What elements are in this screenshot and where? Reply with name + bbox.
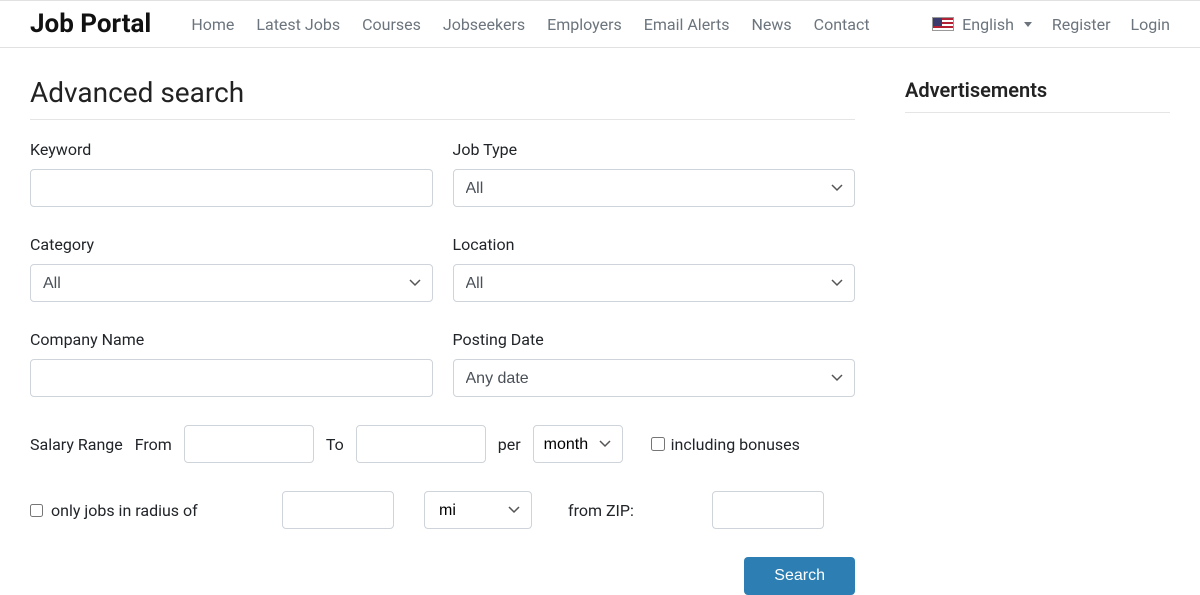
- radius-unit-select[interactable]: mi: [424, 491, 532, 529]
- ads-title: Advertisements: [905, 78, 1170, 102]
- jobtype-label: Job Type: [453, 140, 856, 159]
- language-label: English: [962, 15, 1014, 34]
- radius-row: only jobs in radius of mi from ZIP:: [30, 491, 855, 529]
- company-input[interactable]: [30, 359, 433, 397]
- divider: [905, 112, 1170, 113]
- nav-login[interactable]: Login: [1131, 15, 1170, 34]
- top-navbar: Job Portal Home Latest Jobs Courses Jobs…: [0, 0, 1200, 48]
- sidebar: Advertisements: [905, 48, 1170, 595]
- jobtype-select[interactable]: All: [453, 169, 856, 207]
- bonuses-wrap[interactable]: including bonuses: [651, 435, 800, 454]
- brand-logo[interactable]: Job Portal: [30, 9, 151, 39]
- nav-employers[interactable]: Employers: [547, 15, 622, 34]
- language-selector[interactable]: English: [932, 15, 1032, 34]
- main-content: Advanced search Keyword Job Type All Cat…: [30, 48, 855, 595]
- nav-jobseekers[interactable]: Jobseekers: [443, 15, 525, 34]
- radius-wrap[interactable]: only jobs in radius of: [30, 501, 240, 520]
- salary-row: Salary Range From To per month including…: [30, 425, 855, 463]
- location-label: Location: [453, 235, 856, 254]
- nav-news[interactable]: News: [751, 15, 791, 34]
- salary-from-label: From: [135, 435, 172, 454]
- from-zip-label: from ZIP:: [568, 501, 634, 520]
- salary-to-input[interactable]: [356, 425, 486, 463]
- salary-from-input[interactable]: [184, 425, 314, 463]
- chevron-down-icon: [1024, 22, 1032, 27]
- divider: [30, 119, 855, 120]
- nav-courses[interactable]: Courses: [362, 15, 421, 34]
- bonuses-label: including bonuses: [671, 435, 800, 454]
- salary-range-label: Salary Range: [30, 435, 123, 454]
- page-title: Advanced search: [30, 76, 855, 109]
- location-select[interactable]: All: [453, 264, 856, 302]
- salary-to-label: To: [326, 435, 344, 454]
- category-label: Category: [30, 235, 433, 254]
- nav-home[interactable]: Home: [191, 15, 234, 34]
- salary-per-select[interactable]: month: [533, 425, 623, 463]
- nav-register[interactable]: Register: [1052, 15, 1111, 34]
- posting-date-label: Posting Date: [453, 330, 856, 349]
- nav-contact[interactable]: Contact: [814, 15, 870, 34]
- nav-email-alerts[interactable]: Email Alerts: [644, 15, 730, 34]
- bonuses-checkbox[interactable]: [651, 437, 665, 451]
- radius-distance-input[interactable]: [282, 491, 394, 529]
- nav-latest-jobs[interactable]: Latest Jobs: [256, 15, 340, 34]
- search-button[interactable]: Search: [744, 557, 855, 595]
- company-label: Company Name: [30, 330, 433, 349]
- nav-secondary: English Register Login: [932, 15, 1170, 34]
- posting-date-select[interactable]: Any date: [453, 359, 856, 397]
- zip-input[interactable]: [712, 491, 824, 529]
- nav-primary: Home Latest Jobs Courses Jobseekers Empl…: [191, 15, 869, 34]
- radius-checkbox[interactable]: [30, 504, 43, 517]
- flag-us-icon: [932, 17, 954, 31]
- keyword-label: Keyword: [30, 140, 433, 159]
- keyword-input[interactable]: [30, 169, 433, 207]
- radius-label: only jobs in radius of: [51, 501, 198, 520]
- category-select[interactable]: All: [30, 264, 433, 302]
- salary-per-label: per: [498, 435, 521, 454]
